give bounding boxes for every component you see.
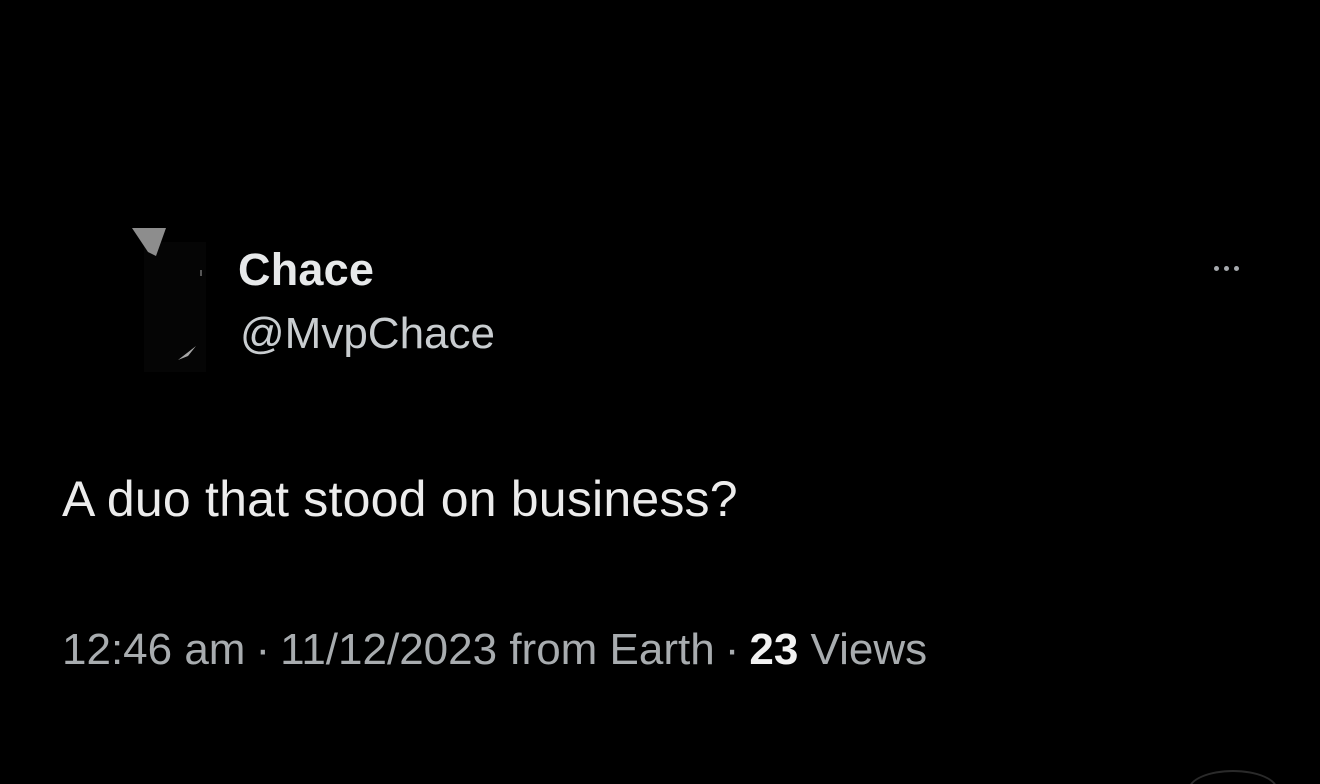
author-handle[interactable]: @MvpChace	[240, 308, 495, 360]
views-label: Views	[810, 625, 928, 674]
meta-separator: ·	[724, 625, 740, 674]
tweet-time[interactable]: 12:46 am	[62, 625, 245, 674]
more-options-button[interactable]	[1196, 252, 1256, 284]
avatar[interactable]	[126, 222, 226, 382]
watermark-logo	[1188, 770, 1278, 784]
tweet-meta: 12:46 am · 11/12/2023 from Earth · 23 Views	[62, 622, 927, 678]
views-count[interactable]: 23	[749, 625, 798, 674]
author-display-name[interactable]: Chace	[238, 244, 374, 296]
ellipsis-icon	[1223, 265, 1229, 271]
tweet-date[interactable]: 11/12/2023	[280, 625, 497, 674]
tweet-source: from Earth	[509, 625, 715, 674]
ellipsis-icon	[1213, 265, 1219, 271]
ellipsis-icon	[1233, 265, 1239, 271]
meta-separator: ·	[255, 625, 271, 674]
tweet-text: A duo that stood on business?	[62, 471, 738, 527]
